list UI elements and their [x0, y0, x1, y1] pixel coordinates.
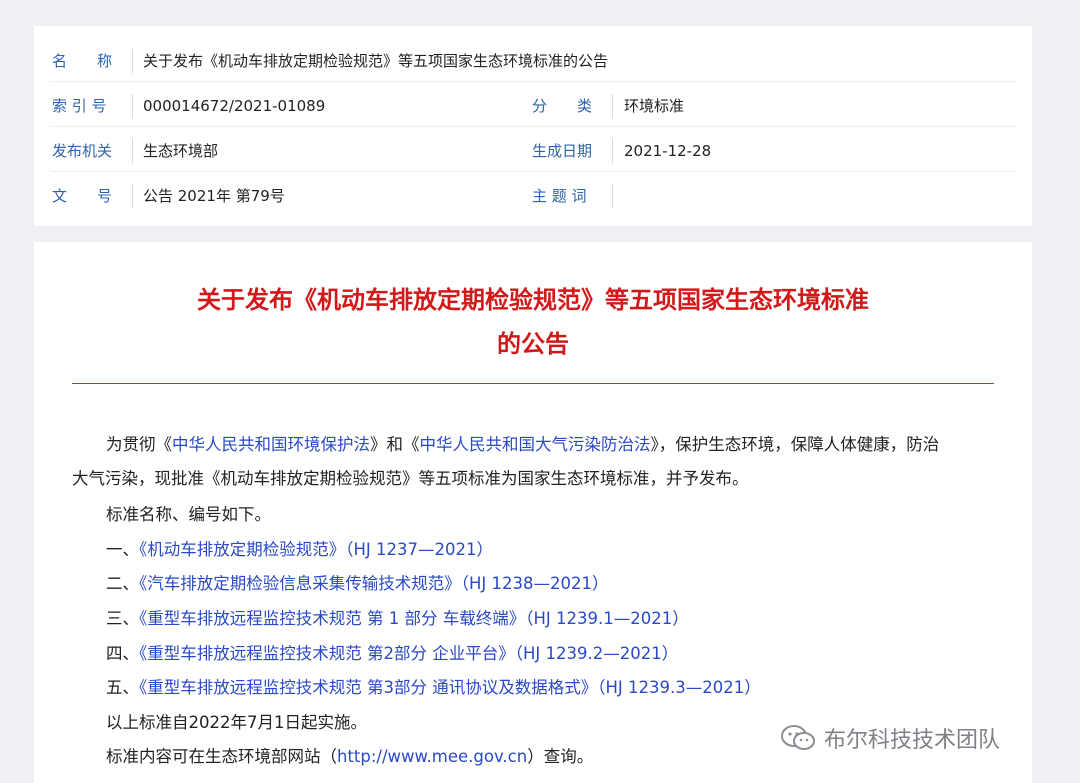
index-label: 索 引 号 [52, 94, 133, 118]
list-item: 五、《重型车排放远程监控技术规范 第3部分 通讯协议及数据格式》（HJ 1239… [106, 671, 761, 705]
index-value: 000014672/2021-01089 [143, 97, 326, 115]
list-intro: 标准名称、编号如下。 [106, 505, 271, 524]
intro-text-a: 为贯彻《 [106, 435, 172, 454]
name-value: 关于发布《机动车排放定期检验规范》等五项国家生态环境标准的公告 [143, 52, 609, 70]
date-value: 2021-12-28 [624, 142, 712, 160]
intro-paragraph-line-2: 大气污染，现批准《机动车排放定期检验规范》等五项标准为国家生态环境标准，并予发布… [72, 469, 749, 488]
meta-row-name: 名 称 关于发布《机动车排放定期检验规范》等五项国家生态环境标准的公告 [50, 41, 1016, 82]
list-item: 一、《机动车排放定期检验规范》（HJ 1237—2021） [106, 533, 493, 567]
website-note-a: 标准内容可在生态环境部网站（ [106, 747, 337, 766]
intro-text-b: 》和《 [370, 435, 420, 454]
list-item-number: 四、 [106, 644, 139, 663]
effective-date-text: 以上标准自2022年7月1日起实施。 [106, 713, 367, 732]
document-title: 关于发布《机动车排放定期检验规范》等五项国家生态环境标准 的公告 [74, 278, 992, 366]
meta-row-doc-no: 文 号 公告 2021年 第79号 主 题 词 [50, 176, 1016, 216]
keywords-label: 主 题 词 [532, 184, 613, 208]
issuer-label: 发布机关 [52, 139, 133, 163]
issuer-value: 生态环境部 [143, 142, 219, 160]
meta-row-issuer: 发布机关 生态环境部 生成日期 2021-12-28 [50, 131, 1016, 172]
list-item-number: 一、 [106, 540, 139, 559]
intro-paragraph-line-1: 为贯彻《中华人民共和国环境保护法》和《中华人民共和国大气污染防治法》，保护生态环… [106, 428, 939, 462]
list-item: 二、《汽车排放定期检验信息采集传输技术规范》（HJ 1238—2021） [106, 567, 609, 601]
category-value: 环境标准 [624, 97, 685, 115]
standard-link-hj1238[interactable]: 《汽车排放定期检验信息采集传输技术规范》（HJ 1238—2021） [139, 574, 609, 593]
metadata-panel: 名 称 关于发布《机动车排放定期检验规范》等五项国家生态环境标准的公告 索 引 … [34, 26, 1032, 226]
doc-no-value: 公告 2021年 第79号 [143, 187, 285, 205]
watermark: 布尔科技技术团队 [780, 718, 1050, 758]
document-body: 关于发布《机动车排放定期检验规范》等五项国家生态环境标准 的公告 为贯彻《中华人… [34, 242, 1032, 783]
list-item-number: 二、 [106, 574, 139, 593]
list-item: 四、《重型车排放远程监控技术规范 第2部分 企业平台》（HJ 1239.2—20… [106, 637, 678, 671]
standard-link-hj1239-3[interactable]: 《重型车排放远程监控技术规范 第3部分 通讯协议及数据格式》（HJ 1239.3… [139, 678, 761, 697]
website-note: 标准内容可在生态环境部网站（http://www.mee.gov.cn）查询。 [106, 740, 593, 774]
website-note-b: ）查询。 [527, 747, 594, 766]
watermark-text: 布尔科技技术团队 [824, 728, 1001, 753]
intro-text-c: 》，保护生态环境，保障人体健康，防治 [650, 435, 940, 454]
list-item-number: 三、 [106, 609, 139, 628]
wechat-icon [781, 725, 815, 750]
meta-row-index: 索 引 号 000014672/2021-01089 分 类 环境标准 [50, 86, 1016, 127]
category-label: 分 类 [532, 94, 613, 118]
standard-link-hj1239-2[interactable]: 《重型车排放远程监控技术规范 第2部分 企业平台》（HJ 1239.2—2021… [139, 644, 678, 663]
title-line-1: 关于发布《机动车排放定期检验规范》等五项国家生态环境标准 [197, 286, 869, 314]
list-item-number: 五、 [106, 678, 139, 697]
standard-link-hj1239-1[interactable]: 《重型车排放远程监控技术规范 第 1 部分 车载终端》（HJ 1239.1—20… [139, 609, 689, 628]
law-link-air-pollution[interactable]: 中华人民共和国大气污染防治法 [420, 435, 651, 454]
list-item: 三、《重型车排放远程监控技术规范 第 1 部分 车载终端》（HJ 1239.1—… [106, 602, 689, 636]
date-label: 生成日期 [532, 139, 613, 163]
standard-link-hj1237[interactable]: 《机动车排放定期检验规范》（HJ 1237—2021） [139, 540, 493, 559]
title-divider [72, 383, 994, 384]
website-link[interactable]: http://www.mee.gov.cn [337, 747, 527, 766]
law-link-environmental-protection[interactable]: 中华人民共和国环境保护法 [172, 435, 370, 454]
doc-no-label: 文 号 [52, 184, 133, 208]
name-label: 名 称 [52, 49, 133, 73]
title-line-2: 的公告 [497, 330, 569, 358]
